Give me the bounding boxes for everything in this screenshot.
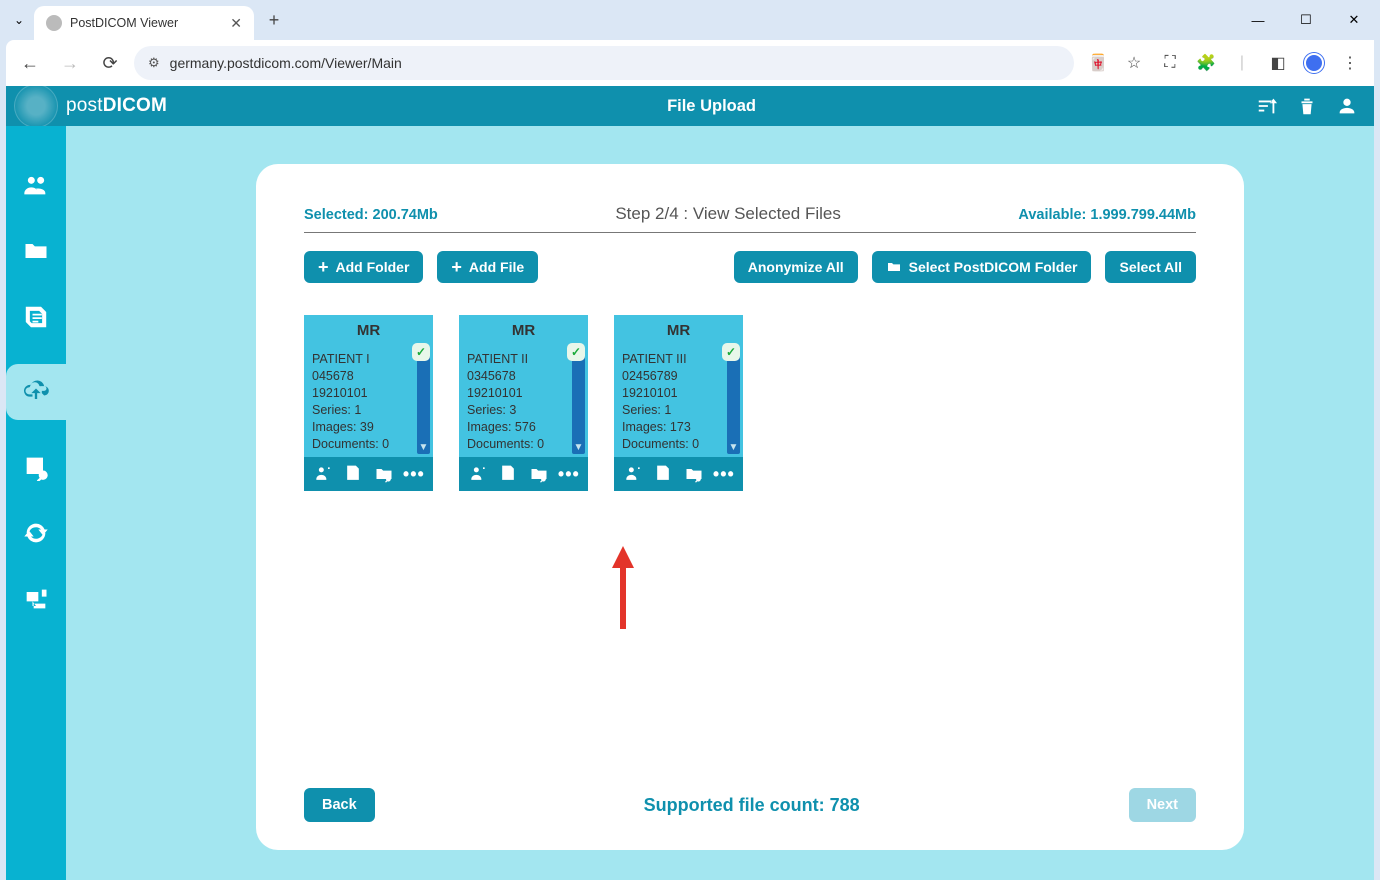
file-card[interactable]: ✓ MR ▲▼ PATIENT III 02456789 19210101 Se…	[614, 315, 743, 491]
patient-id: 045678	[312, 368, 425, 385]
sort-icon[interactable]	[1256, 95, 1278, 117]
add-document-icon[interactable]	[342, 463, 364, 485]
more-icon[interactable]: •••	[713, 463, 735, 485]
close-window-button[interactable]: ✕	[1332, 4, 1376, 36]
step-label: Step 2/4 : View Selected Files	[615, 204, 841, 224]
add-folder-button[interactable]: +Add Folder	[304, 251, 423, 283]
translate-icon[interactable]: 🀄	[1082, 47, 1114, 79]
forward-button[interactable]: →	[54, 47, 86, 79]
sidebar-item-folders[interactable]	[17, 232, 55, 270]
series-count: Series: 1	[312, 402, 425, 419]
check-icon[interactable]: ✓	[412, 343, 430, 361]
extensions-icon[interactable]: 🧩	[1190, 47, 1222, 79]
card-scrollbar[interactable]: ▲▼	[572, 348, 585, 454]
available-size-label: Available: 1.999.799.44Mb	[1018, 207, 1196, 223]
move-folder-icon[interactable]	[528, 463, 550, 485]
plus-icon: +	[318, 262, 329, 272]
patient-id: 0345678	[467, 368, 580, 385]
selected-size-label: Selected: 200.74Mb	[304, 207, 438, 223]
minimize-button[interactable]: —	[1236, 4, 1280, 36]
move-folder-icon[interactable]	[683, 463, 705, 485]
card-scrollbar[interactable]: ▲▼	[417, 348, 430, 454]
modality-label: MR	[459, 315, 588, 345]
browser-titlebar: ⌄ PostDICOM Viewer ✕ + — ☐ ✕	[0, 0, 1380, 40]
reload-button[interactable]: ⟳	[94, 47, 126, 79]
page-title: File Upload	[167, 97, 1256, 116]
more-icon[interactable]: •••	[558, 463, 580, 485]
upload-panel: Selected: 200.74Mb Step 2/4 : View Selec…	[256, 164, 1244, 850]
browser-toolbar: ← → ⟳ ⚙ germany.postdicom.com/Viewer/Mai…	[6, 40, 1374, 86]
add-document-icon[interactable]	[652, 463, 674, 485]
images-count: Images: 576	[467, 419, 580, 436]
modality-label: MR	[614, 315, 743, 345]
anonymize-patient-icon[interactable]	[312, 463, 334, 485]
annotation-arrow	[608, 544, 638, 634]
patient-date: 19210101	[622, 385, 735, 402]
bookmark-icon[interactable]: ☆	[1118, 47, 1150, 79]
file-card[interactable]: ✓ MR ▲▼ PATIENT II 0345678 19210101 Seri…	[459, 315, 588, 491]
crop-icon[interactable]: ⛶	[1154, 47, 1186, 79]
new-tab-button[interactable]: +	[260, 10, 288, 31]
documents-count: Documents: 0	[467, 436, 580, 453]
images-count: Images: 173	[622, 419, 735, 436]
profile-avatar[interactable]	[1298, 47, 1330, 79]
sidebar-item-upload[interactable]	[6, 364, 66, 420]
select-all-button[interactable]: Select All	[1105, 251, 1196, 283]
more-icon[interactable]: •••	[403, 463, 425, 485]
file-card[interactable]: ✓ MR ▲▼ PATIENT I 045678 19210101 Series…	[304, 315, 433, 491]
tab-favicon	[46, 15, 62, 31]
plus-icon: +	[451, 262, 462, 272]
patient-date: 19210101	[467, 385, 580, 402]
user-icon[interactable]	[1336, 95, 1358, 117]
anonymize-patient-icon[interactable]	[622, 463, 644, 485]
site-info-icon[interactable]: ⚙	[148, 55, 160, 71]
images-count: Images: 39	[312, 419, 425, 436]
sidebar-item-share[interactable]	[17, 580, 55, 618]
tab-search-button[interactable]: ⌄	[4, 6, 34, 34]
sidebar-item-worklist[interactable]	[17, 448, 55, 486]
documents-count: Documents: 0	[622, 436, 735, 453]
card-scrollbar[interactable]: ▲▼	[727, 348, 740, 454]
sidebar	[6, 126, 66, 880]
patient-id: 02456789	[622, 368, 735, 385]
modality-label: MR	[304, 315, 433, 345]
documents-count: Documents: 0	[312, 436, 425, 453]
check-icon[interactable]: ✓	[567, 343, 585, 361]
next-step-button[interactable]: Next	[1129, 788, 1196, 822]
check-icon[interactable]: ✓	[722, 343, 740, 361]
back-button[interactable]: ←	[14, 47, 46, 79]
back-step-button[interactable]: Back	[304, 788, 375, 822]
anonymize-all-button[interactable]: Anonymize All	[734, 251, 858, 283]
series-count: Series: 1	[622, 402, 735, 419]
series-count: Series: 3	[467, 402, 580, 419]
app-header: postDICOM File Upload	[6, 86, 1374, 126]
supported-count-label: Supported file count: 788	[375, 795, 1129, 816]
select-postdicom-folder-button[interactable]: Select PostDICOM Folder	[872, 251, 1092, 283]
close-icon[interactable]: ✕	[230, 15, 242, 32]
app-logo	[6, 86, 66, 126]
brand-text: postDICOM	[66, 95, 167, 117]
menu-icon[interactable]: ⋮	[1334, 47, 1366, 79]
browser-tab[interactable]: PostDICOM Viewer ✕	[34, 6, 254, 40]
sidebar-item-patients[interactable]	[17, 166, 55, 204]
url-text: germany.postdicom.com/Viewer/Main	[170, 55, 402, 71]
sidepanel-icon[interactable]: ◧	[1262, 47, 1294, 79]
add-file-button[interactable]: +Add File	[437, 251, 538, 283]
sidebar-item-sync[interactable]	[17, 514, 55, 552]
patient-date: 19210101	[312, 385, 425, 402]
separator: |	[1226, 47, 1258, 79]
trash-icon[interactable]	[1296, 95, 1318, 117]
maximize-button[interactable]: ☐	[1284, 4, 1328, 36]
folder-icon	[886, 259, 902, 275]
address-bar[interactable]: ⚙ germany.postdicom.com/Viewer/Main	[134, 46, 1074, 80]
add-document-icon[interactable]	[497, 463, 519, 485]
patient-name: PATIENT I	[312, 351, 425, 368]
patient-name: PATIENT II	[467, 351, 580, 368]
file-cards: ✓ MR ▲▼ PATIENT I 045678 19210101 Series…	[304, 315, 1196, 491]
tab-title: PostDICOM Viewer	[70, 16, 222, 30]
patient-name: PATIENT III	[622, 351, 735, 368]
sidebar-item-studies[interactable]	[17, 298, 55, 336]
move-folder-icon[interactable]	[373, 463, 395, 485]
anonymize-patient-icon[interactable]	[467, 463, 489, 485]
